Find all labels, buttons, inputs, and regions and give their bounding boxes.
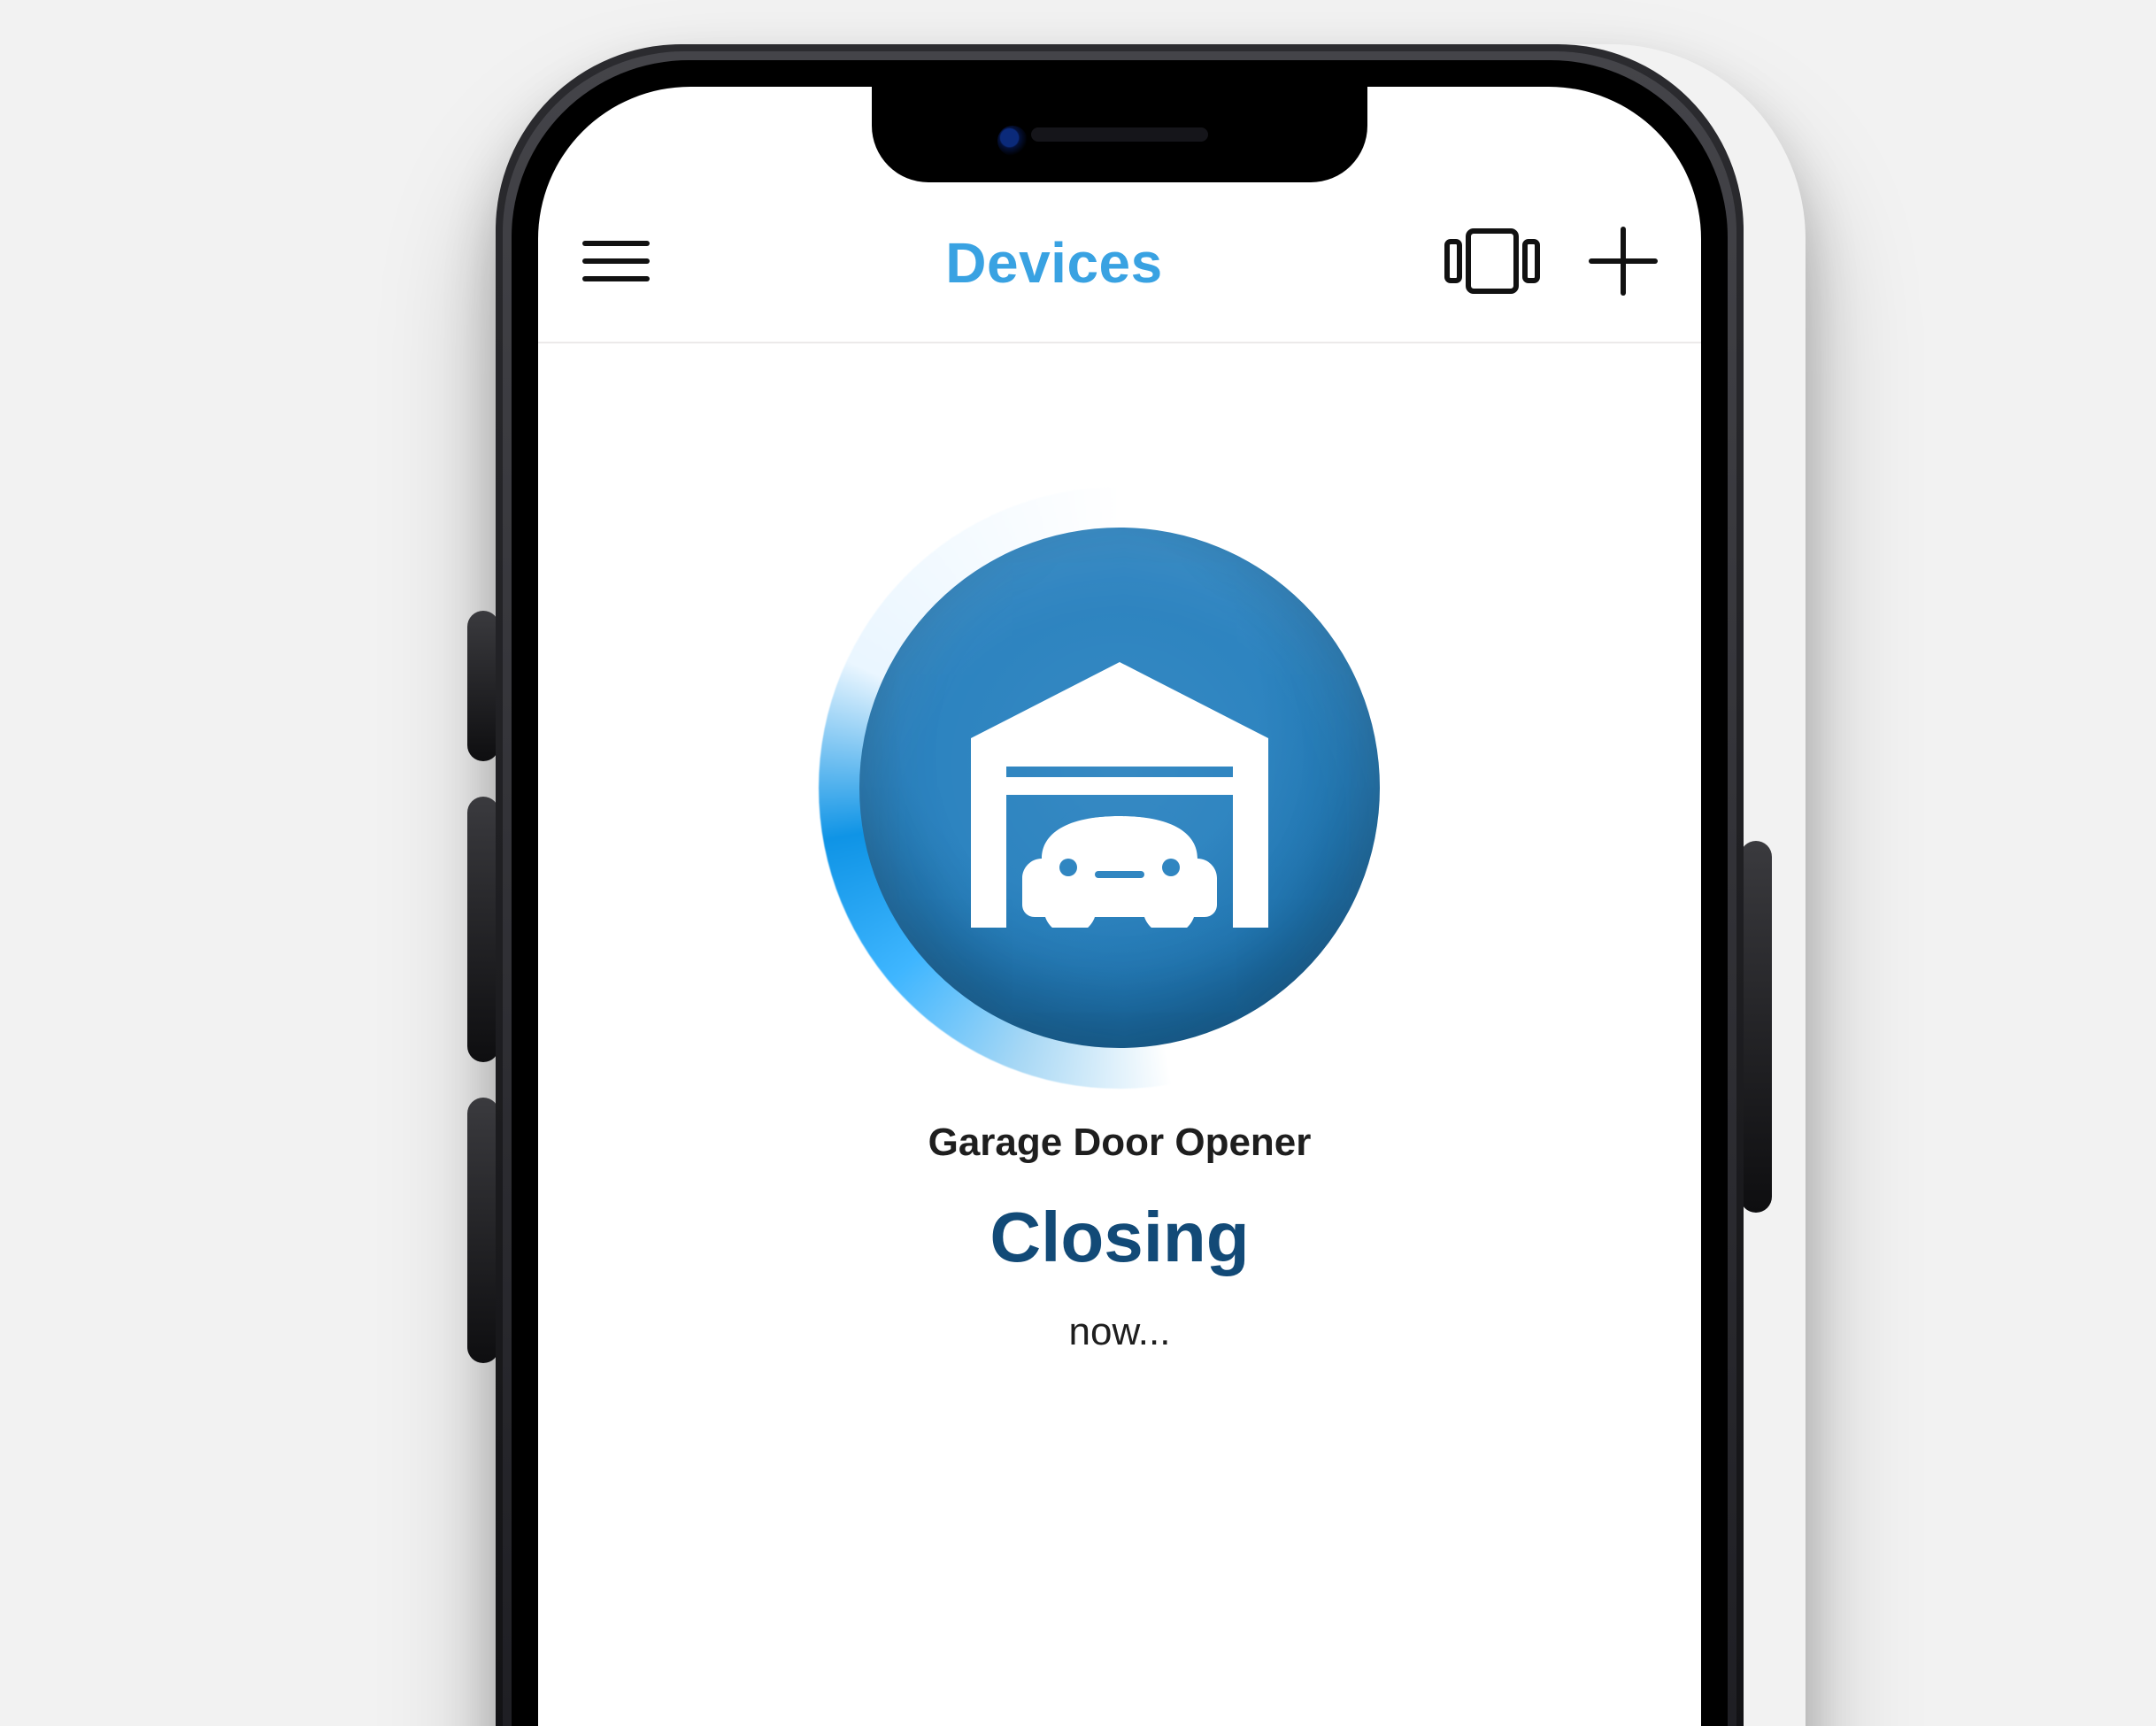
power-button[interactable] xyxy=(1740,841,1772,1213)
navbar-left xyxy=(577,224,655,302)
menu-button[interactable] xyxy=(577,224,655,302)
device-status: Closing xyxy=(989,1197,1249,1278)
plus-icon xyxy=(1586,224,1660,303)
stage: Devices xyxy=(0,0,2156,1726)
device-name: Garage Door Opener xyxy=(928,1121,1312,1165)
speaker-grill xyxy=(1031,127,1208,142)
notch xyxy=(872,87,1367,182)
device-substatus: now... xyxy=(1069,1310,1171,1354)
volume-down-button[interactable] xyxy=(467,1098,499,1363)
phone-screen: Devices xyxy=(538,87,1701,1726)
mute-switch[interactable] xyxy=(467,611,499,761)
navbar-right xyxy=(1453,224,1662,302)
hamburger-icon xyxy=(581,238,651,289)
phone-frame: Devices xyxy=(496,44,1744,1726)
volume-up-button[interactable] xyxy=(467,797,499,1062)
front-camera xyxy=(997,126,1028,156)
navbar-title: Devices xyxy=(945,230,1162,296)
carousel-icon xyxy=(1444,224,1541,303)
button-highlight xyxy=(842,510,1398,1066)
add-button[interactable] xyxy=(1584,224,1662,302)
garage-door-button[interactable] xyxy=(819,487,1421,1089)
rooms-button[interactable] xyxy=(1453,224,1531,302)
navbar: Devices xyxy=(538,184,1701,343)
content: Garage Door Opener Closing now... xyxy=(538,345,1701,1726)
